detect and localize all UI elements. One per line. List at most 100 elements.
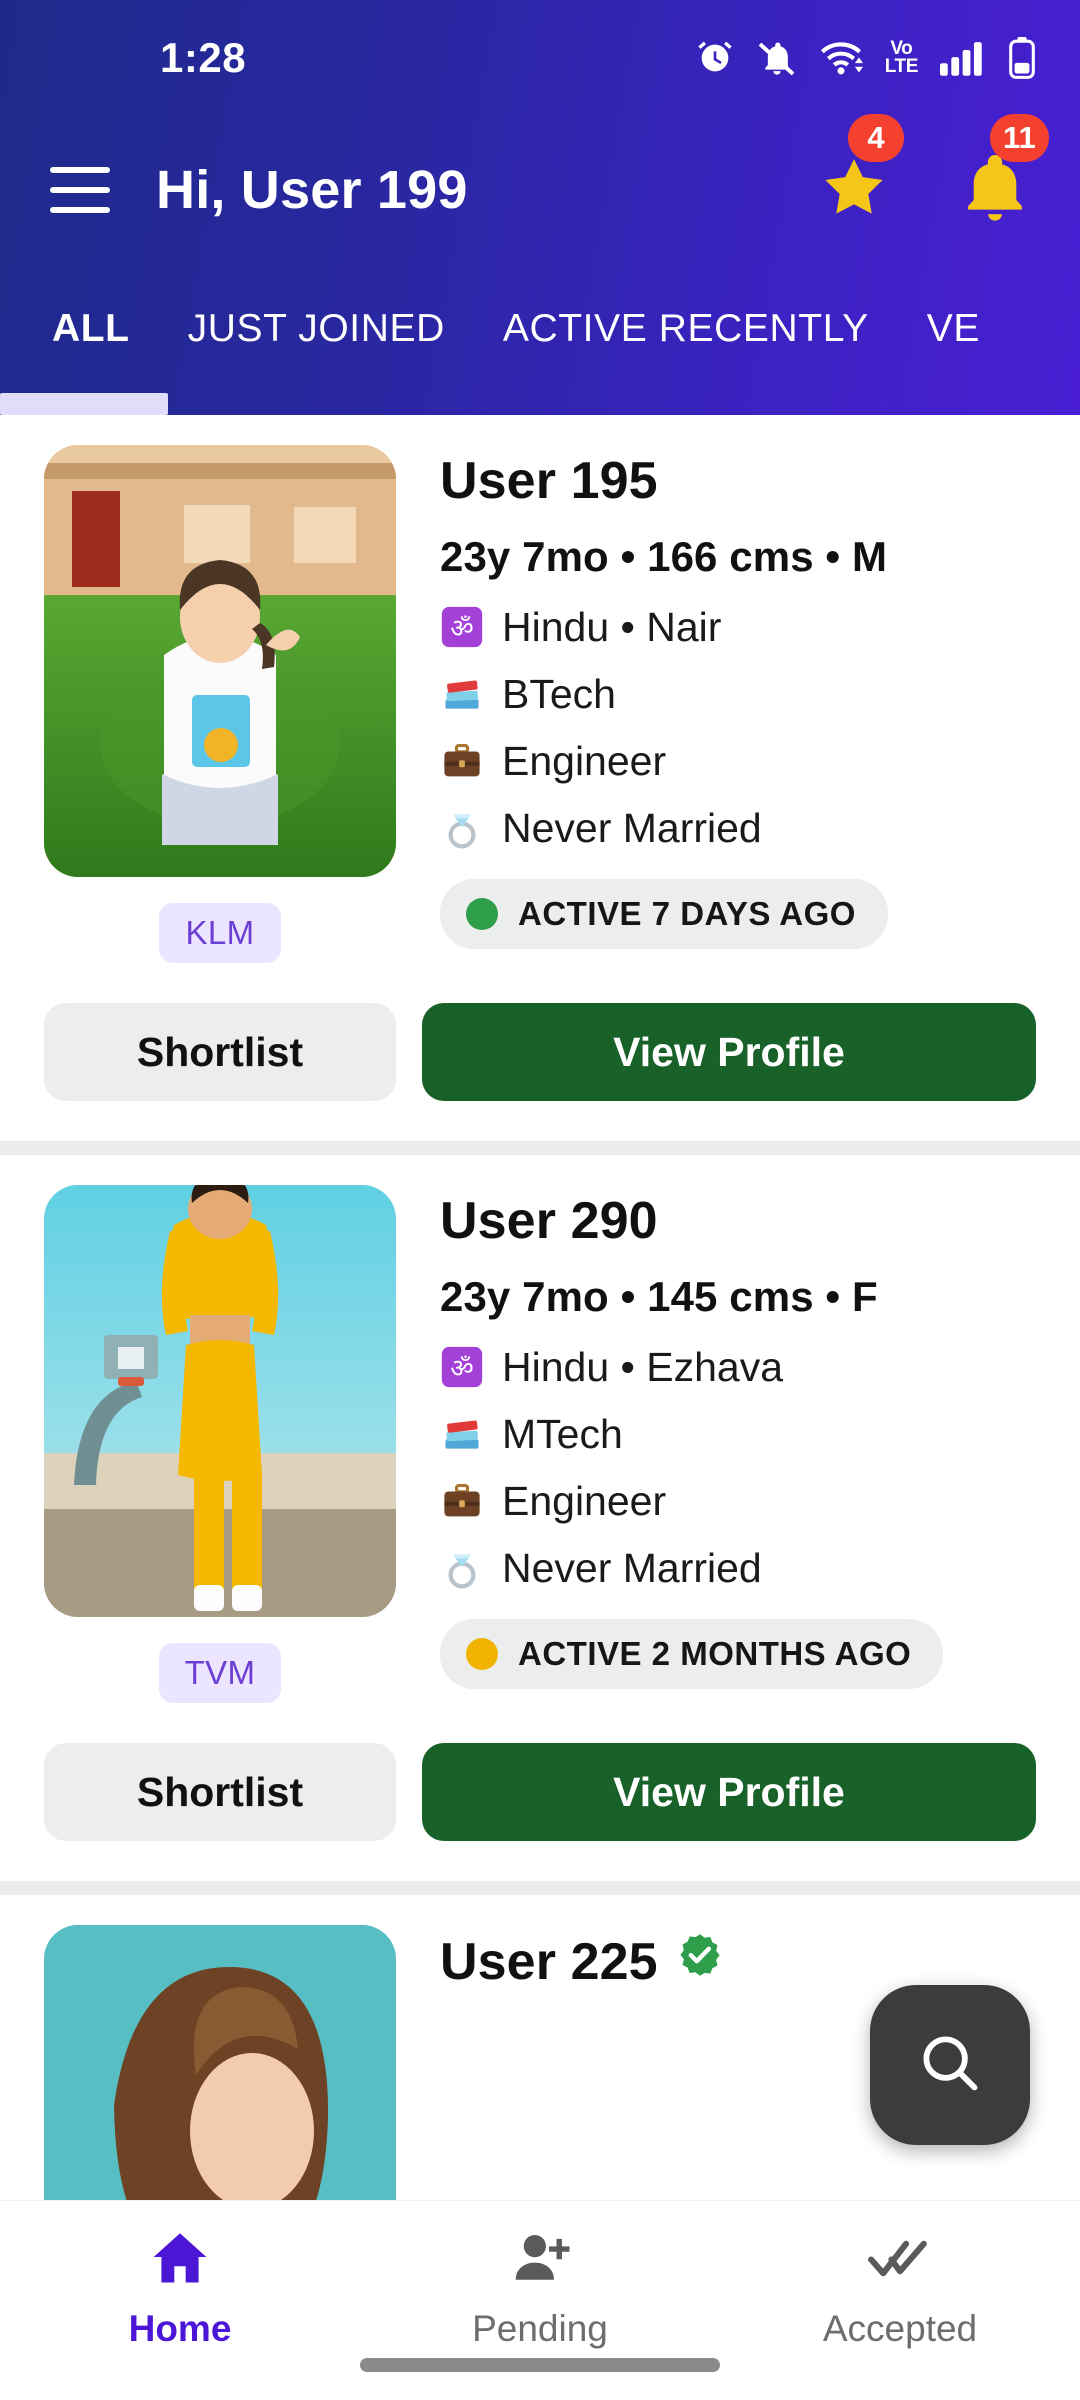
- profile-photo[interactable]: [44, 1925, 396, 2200]
- attribute-occupation: Engineer: [440, 1479, 1036, 1523]
- search-fab-button[interactable]: [870, 1985, 1030, 2145]
- shortlist-button[interactable]: Shortlist: [44, 1003, 396, 1101]
- activity-status-text: ACTIVE 7 DAYS AGO: [518, 895, 856, 932]
- profile-photo[interactable]: [44, 445, 396, 877]
- nav-item-home[interactable]: Home: [0, 2227, 360, 2350]
- profile-card-actions: Shortlist View Profile: [44, 1743, 1036, 1841]
- signal-icon: [940, 38, 986, 78]
- card-divider: [0, 1141, 1080, 1155]
- bell-icon: [960, 152, 1030, 229]
- profile-card-body: KLM User 195 23y 7mo • 166 cms • M ॐ Hin…: [44, 445, 1036, 963]
- notification-count-badge: 11: [990, 113, 1049, 162]
- svg-text:ॐ: ॐ: [450, 1354, 473, 1384]
- profile-photo[interactable]: [44, 1185, 396, 1617]
- profile-meta: 23y 7mo • 145 cms • F: [440, 1273, 878, 1320]
- card-divider: [0, 1881, 1080, 1895]
- wifi-icon: [819, 38, 863, 78]
- activity-status-badge: ACTIVE 2 MONTHS AGO: [440, 1619, 944, 1689]
- volte-bottom-label: LTE: [884, 55, 919, 77]
- attribute-marital-status: Never Married: [440, 1546, 1036, 1590]
- tab-all[interactable]: ALL: [0, 287, 188, 371]
- page-title: Hi, User 199: [156, 160, 468, 220]
- battery-icon: [1008, 36, 1036, 79]
- profile-name-row: User 195: [440, 451, 1036, 511]
- profile-meta: 23y 7mo • 166 cms • M: [440, 533, 888, 580]
- attribute-occupation-text: Engineer: [502, 1477, 667, 1524]
- profile-card[interactable]: TVM User 290 23y 7mo • 145 cms • F ॐ Hin…: [0, 1155, 1080, 1881]
- tab-bar: ALL JUST JOINED ACTIVE RECENTLY VE: [0, 265, 1080, 415]
- tab-active-recently[interactable]: ACTIVE RECENTLY: [503, 287, 927, 371]
- notifications-button[interactable]: 11: [960, 113, 1049, 229]
- om-icon: ॐ: [441, 606, 483, 648]
- app-header: 1:28 Vo LTE Hi, User 199 4 11 ALL JUST J…: [0, 0, 1080, 415]
- alarm-icon: [695, 38, 735, 78]
- star-icon: [818, 152, 890, 229]
- briefcase-icon: [444, 744, 480, 777]
- location-badge: TVM: [158, 1643, 282, 1703]
- bell-muted-icon: [757, 38, 797, 78]
- profile-card-actions: Shortlist View Profile: [44, 1003, 1036, 1101]
- attribute-marital-status-text: Never Married: [502, 804, 762, 851]
- attribute-education-text: MTech: [502, 1410, 623, 1457]
- shortlist-star-button[interactable]: 4: [818, 113, 904, 229]
- home-icon: [148, 2227, 212, 2294]
- view-profile-button[interactable]: View Profile: [422, 1743, 1036, 1841]
- status-dot: [466, 1638, 498, 1670]
- profile-photo-column: [44, 1925, 396, 2200]
- volte-icon: Vo LTE: [884, 38, 919, 77]
- attribute-occupation: Engineer: [440, 739, 1036, 783]
- ring-icon: [448, 814, 476, 849]
- profile-name: User 290: [440, 1192, 658, 1250]
- profile-info: User 290 23y 7mo • 145 cms • F ॐ Hindu •…: [396, 1185, 1036, 1703]
- location-badge: KLM: [159, 903, 281, 963]
- profile-photo-column: KLM: [44, 445, 396, 963]
- activity-status-text: ACTIVE 2 MONTHS AGO: [518, 1635, 912, 1672]
- star-count-badge: 4: [848, 113, 904, 162]
- profile-info: User 195 23y 7mo • 166 cms • M ॐ Hindu •…: [396, 445, 1036, 963]
- nav-item-accepted-label: Accepted: [822, 2308, 978, 2349]
- nav-item-pending[interactable]: Pending: [360, 2227, 720, 2350]
- app-screen: 1:28 Vo LTE Hi, User 199 4 11 ALL JUST J…: [0, 0, 1080, 2400]
- tab-just-joined[interactable]: JUST JOINED: [188, 287, 503, 371]
- books-icon: [445, 680, 479, 709]
- nav-item-pending-label: Pending: [472, 2308, 608, 2349]
- app-bar-actions: 4 11: [818, 113, 1049, 229]
- profile-name-row: User 290: [440, 1191, 1036, 1251]
- profile-attributes: ॐ Hindu • Ezhava MTech Engineer Never Ma…: [440, 1345, 1036, 1590]
- ring-icon: [448, 1554, 476, 1589]
- status-dot: [466, 898, 498, 930]
- nav-item-accepted[interactable]: Accepted: [720, 2227, 1080, 2350]
- bottom-navigation: Home Pending Accepted: [0, 2200, 1080, 2400]
- view-profile-button[interactable]: View Profile: [422, 1003, 1036, 1101]
- profile-attributes: ॐ Hindu • Nair BTech Engineer Never Marr…: [440, 605, 1036, 850]
- om-icon: ॐ: [441, 1346, 483, 1388]
- gesture-home-bar[interactable]: [360, 2358, 720, 2372]
- verified-badge-icon: [676, 1931, 724, 1992]
- attribute-religion: ॐ Hindu • Ezhava: [440, 1345, 1036, 1389]
- attribute-marital-status-text: Never Married: [502, 1544, 762, 1591]
- search-icon: [915, 2028, 985, 2103]
- double-check-icon: [867, 2227, 933, 2294]
- nav-item-home-label: Home: [128, 2308, 232, 2349]
- profile-name: User 225: [440, 1932, 658, 1991]
- briefcase-icon: [444, 1484, 480, 1517]
- shortlist-button[interactable]: Shortlist: [44, 1743, 396, 1841]
- attribute-religion-text: Hindu • Nair: [502, 603, 722, 650]
- person-add-icon: [508, 2227, 572, 2294]
- profile-card-body: TVM User 290 23y 7mo • 145 cms • F ॐ Hin…: [44, 1185, 1036, 1703]
- books-icon: [445, 1420, 479, 1449]
- status-bar-time: 1:28: [160, 33, 247, 81]
- attribute-education: BTech: [440, 672, 1036, 716]
- app-bar: Hi, User 199 4 11: [0, 113, 1080, 265]
- profile-card[interactable]: KLM User 195 23y 7mo • 166 cms • M ॐ Hin…: [0, 415, 1080, 1141]
- profile-list[interactable]: KLM User 195 23y 7mo • 166 cms • M ॐ Hin…: [0, 415, 1080, 2200]
- volte-top-label: Vo: [890, 38, 913, 60]
- hamburger-menu-icon[interactable]: [50, 167, 110, 213]
- attribute-religion-text: Hindu • Ezhava: [502, 1343, 784, 1390]
- attribute-education: MTech: [440, 1412, 1036, 1456]
- profile-photo-column: TVM: [44, 1185, 396, 1703]
- activity-status-badge: ACTIVE 7 DAYS AGO: [440, 879, 888, 949]
- tab-verified[interactable]: VE: [927, 287, 980, 371]
- active-tab-indicator: [0, 393, 168, 415]
- attribute-education-text: BTech: [502, 670, 616, 717]
